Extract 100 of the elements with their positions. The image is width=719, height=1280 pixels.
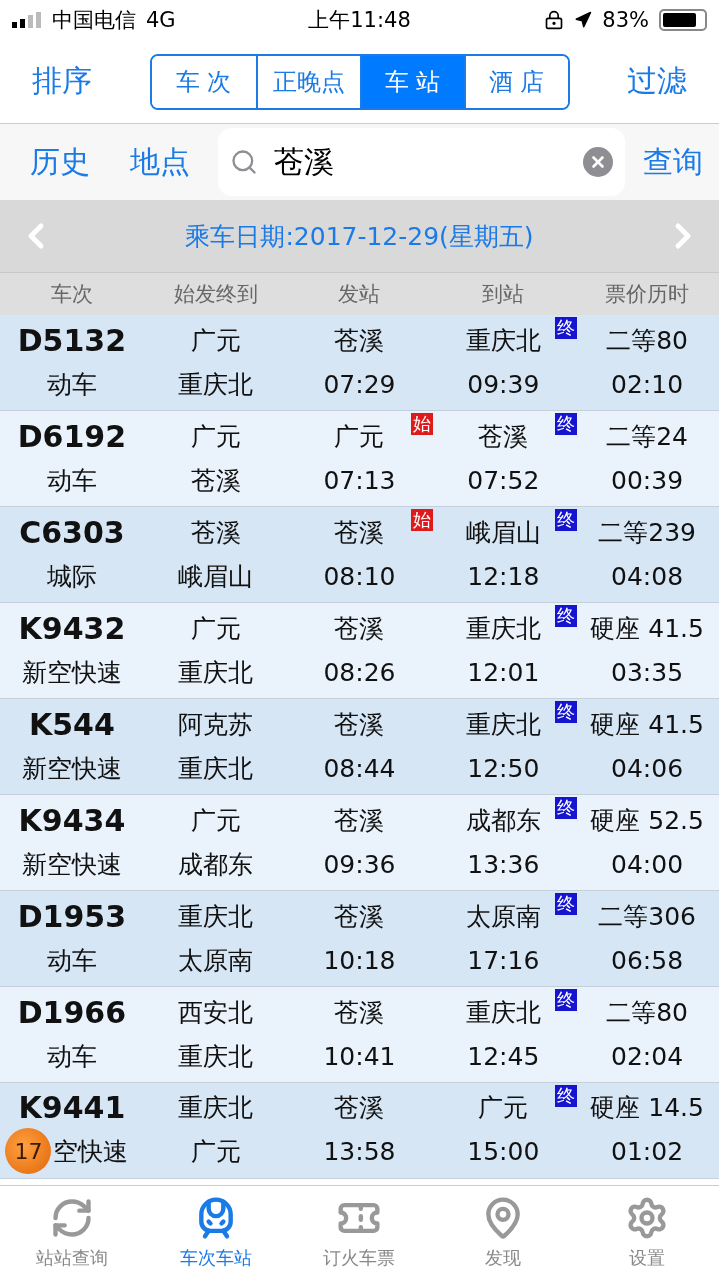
train-row[interactable]: K544 阿克苏 苍溪 重庆北 终 硬座 41.5 新空快速 重庆北 08:44 12:50 04:06 [0, 699, 719, 795]
train-row[interactable]: K9441 重庆北 苍溪 广元 终 硬座 14.5 17 空快速 广元 13:58 15:00 01:02 [0, 1083, 719, 1179]
train-number: D5132 [17, 323, 127, 359]
arrival-station: 重庆北 [465, 613, 541, 646]
train-type: 动车 [46, 1040, 97, 1073]
train-number: C6303 [19, 515, 125, 551]
ticket-price: 二等239 [598, 517, 696, 550]
column-header: 票价历时 [604, 281, 691, 308]
origin-station: 广元 [190, 805, 241, 838]
departure-time: 10:41 [323, 1041, 396, 1071]
train-row[interactable]: D1953 重庆北 苍溪 太原南 终 二等306 动车 太原南 10:18 17:16 06:58 [0, 891, 719, 987]
battery-icon [659, 9, 707, 31]
departure-time: 07:29 [323, 369, 396, 399]
place-button[interactable]: 地点 [130, 141, 190, 183]
ticket-price: 二等80 [606, 997, 688, 1030]
travel-duration: 04:06 [611, 753, 684, 783]
departure-time: 07:13 [323, 465, 396, 495]
origin-station: 广元 [190, 421, 241, 454]
arrival-time: 15:00 [467, 1136, 540, 1166]
travel-duration: 00:39 [611, 465, 684, 495]
terminus-station: 太原南 [178, 944, 254, 977]
arrival-station: 峨眉山 [465, 517, 541, 550]
origin-tag: 始 [411, 509, 434, 531]
departure-station: 苍溪 [334, 613, 385, 646]
train-row[interactable]: D6192 广元 广元 始 苍溪 终 二等24 动车 苍溪 07:13 07:52 00:39 [0, 411, 719, 507]
departure-time: 13:58 [323, 1136, 396, 1166]
terminus-station: 重庆北 [178, 752, 254, 785]
travel-duration: 03:35 [611, 657, 684, 687]
train-number: K9434 [18, 803, 126, 839]
arrival-time: 12:45 [467, 1041, 540, 1071]
column-header: 到站 [481, 281, 526, 308]
search-field[interactable]: 苍溪 [218, 128, 625, 196]
terminus-tag: 终 [555, 509, 578, 531]
terminus-tag: 终 [555, 1085, 578, 1107]
location-arrow-icon [574, 11, 593, 29]
terminus-tag: 终 [555, 701, 578, 723]
terminus-station: 重庆北 [178, 656, 254, 689]
departure-station: 苍溪 [334, 901, 385, 934]
travel-date: 乘车日期:2017-12-29(星期五) [185, 220, 534, 253]
ticket-price: 硬座 41.5 [590, 709, 704, 742]
train-number: K9432 [18, 611, 126, 647]
departure-station: 广元 [334, 421, 385, 454]
tab-bar-item[interactable]: 订火车票 [287, 1186, 432, 1280]
arrival-station: 重庆北 [465, 997, 541, 1030]
arrival-time: 07:52 [467, 465, 540, 495]
tab-bar-item[interactable]: 设置 [575, 1186, 719, 1280]
terminus-station: 重庆北 [178, 1040, 254, 1073]
arrival-station: 苍溪 [478, 421, 529, 454]
battery-percent: 83% [602, 8, 649, 32]
filter-button[interactable]: 过滤 [627, 61, 687, 102]
column-header: 发站 [337, 281, 382, 308]
sort-button[interactable]: 排序 [32, 61, 92, 102]
train-row[interactable]: C6303 苍溪 苍溪 始 峨眉山 终 二等239 城际 峨眉山 08:10 12:18 04:08 [0, 507, 719, 603]
terminus-tag: 终 [555, 317, 578, 339]
terminus-station: 重庆北 [178, 368, 254, 401]
ticket-price: 硬座 52.5 [590, 805, 704, 838]
arrival-time: 09:39 [467, 369, 540, 399]
terminus-station: 苍溪 [190, 464, 241, 497]
origin-station: 西安北 [178, 997, 254, 1030]
train-type: 新空快速 [21, 656, 122, 689]
tab-bar-item[interactable]: 发现 [431, 1186, 576, 1280]
departure-station: 苍溪 [334, 997, 385, 1030]
segment-tab[interactable]: 酒 店 [463, 55, 568, 108]
signal-icon [12, 12, 42, 28]
arrival-station: 重庆北 [465, 709, 541, 742]
train-row[interactable]: K9432 广元 苍溪 重庆北 终 硬座 41.5 新空快速 重庆北 08:26 12:01 03:35 [0, 603, 719, 699]
tab-bar-item[interactable]: 站站查询 [0, 1186, 144, 1280]
train-row[interactable]: K9434 广元 苍溪 成都东 终 硬座 52.5 新空快速 成都东 09:36 13:36 04:00 [0, 795, 719, 891]
train-row[interactable]: D1966 西安北 苍溪 重庆北 终 二等80 动车 重庆北 10:41 12:45 02:04 [0, 987, 719, 1083]
departure-time: 08:26 [323, 657, 396, 687]
segment-tab[interactable]: 车 站 [359, 55, 464, 108]
arrival-time: 13:36 [467, 849, 540, 879]
clear-button[interactable] [583, 147, 613, 177]
departure-time: 09:36 [323, 849, 396, 879]
departure-station: 苍溪 [334, 1092, 385, 1124]
origin-station: 苍溪 [190, 517, 241, 550]
close-icon [589, 153, 607, 171]
travel-duration: 06:58 [611, 945, 684, 975]
terminus-tag: 终 [555, 605, 578, 627]
train-type: 空快速 [53, 1135, 129, 1168]
origin-station: 重庆北 [178, 901, 254, 934]
travel-duration: 02:10 [611, 369, 684, 399]
terminus-tag: 终 [555, 989, 578, 1011]
train-type: 动车 [46, 368, 97, 401]
train-type: 新空快速 [21, 848, 122, 881]
train-number: K9441 [18, 1090, 126, 1125]
query-button[interactable]: 查询 [643, 141, 703, 183]
history-button[interactable]: 历史 [30, 141, 90, 183]
arrival-time: 12:50 [467, 753, 540, 783]
tab-bar-item[interactable]: 车次车站 [143, 1186, 288, 1280]
travel-duration: 04:00 [611, 849, 684, 879]
arrival-time: 17:16 [467, 945, 540, 975]
origin-station: 阿克苏 [178, 709, 254, 742]
column-header: 始发终到 [172, 281, 259, 308]
travel-duration: 01:02 [611, 1136, 684, 1166]
train-number: K544 [28, 707, 115, 743]
arrival-station: 重庆北 [465, 325, 541, 358]
search-icon [230, 148, 258, 176]
ticket-price: 二等306 [598, 901, 696, 934]
train-row[interactable]: D5132 广元 苍溪 重庆北 终 二等80 动车 重庆北 07:29 09:39 02:10 [0, 315, 719, 411]
